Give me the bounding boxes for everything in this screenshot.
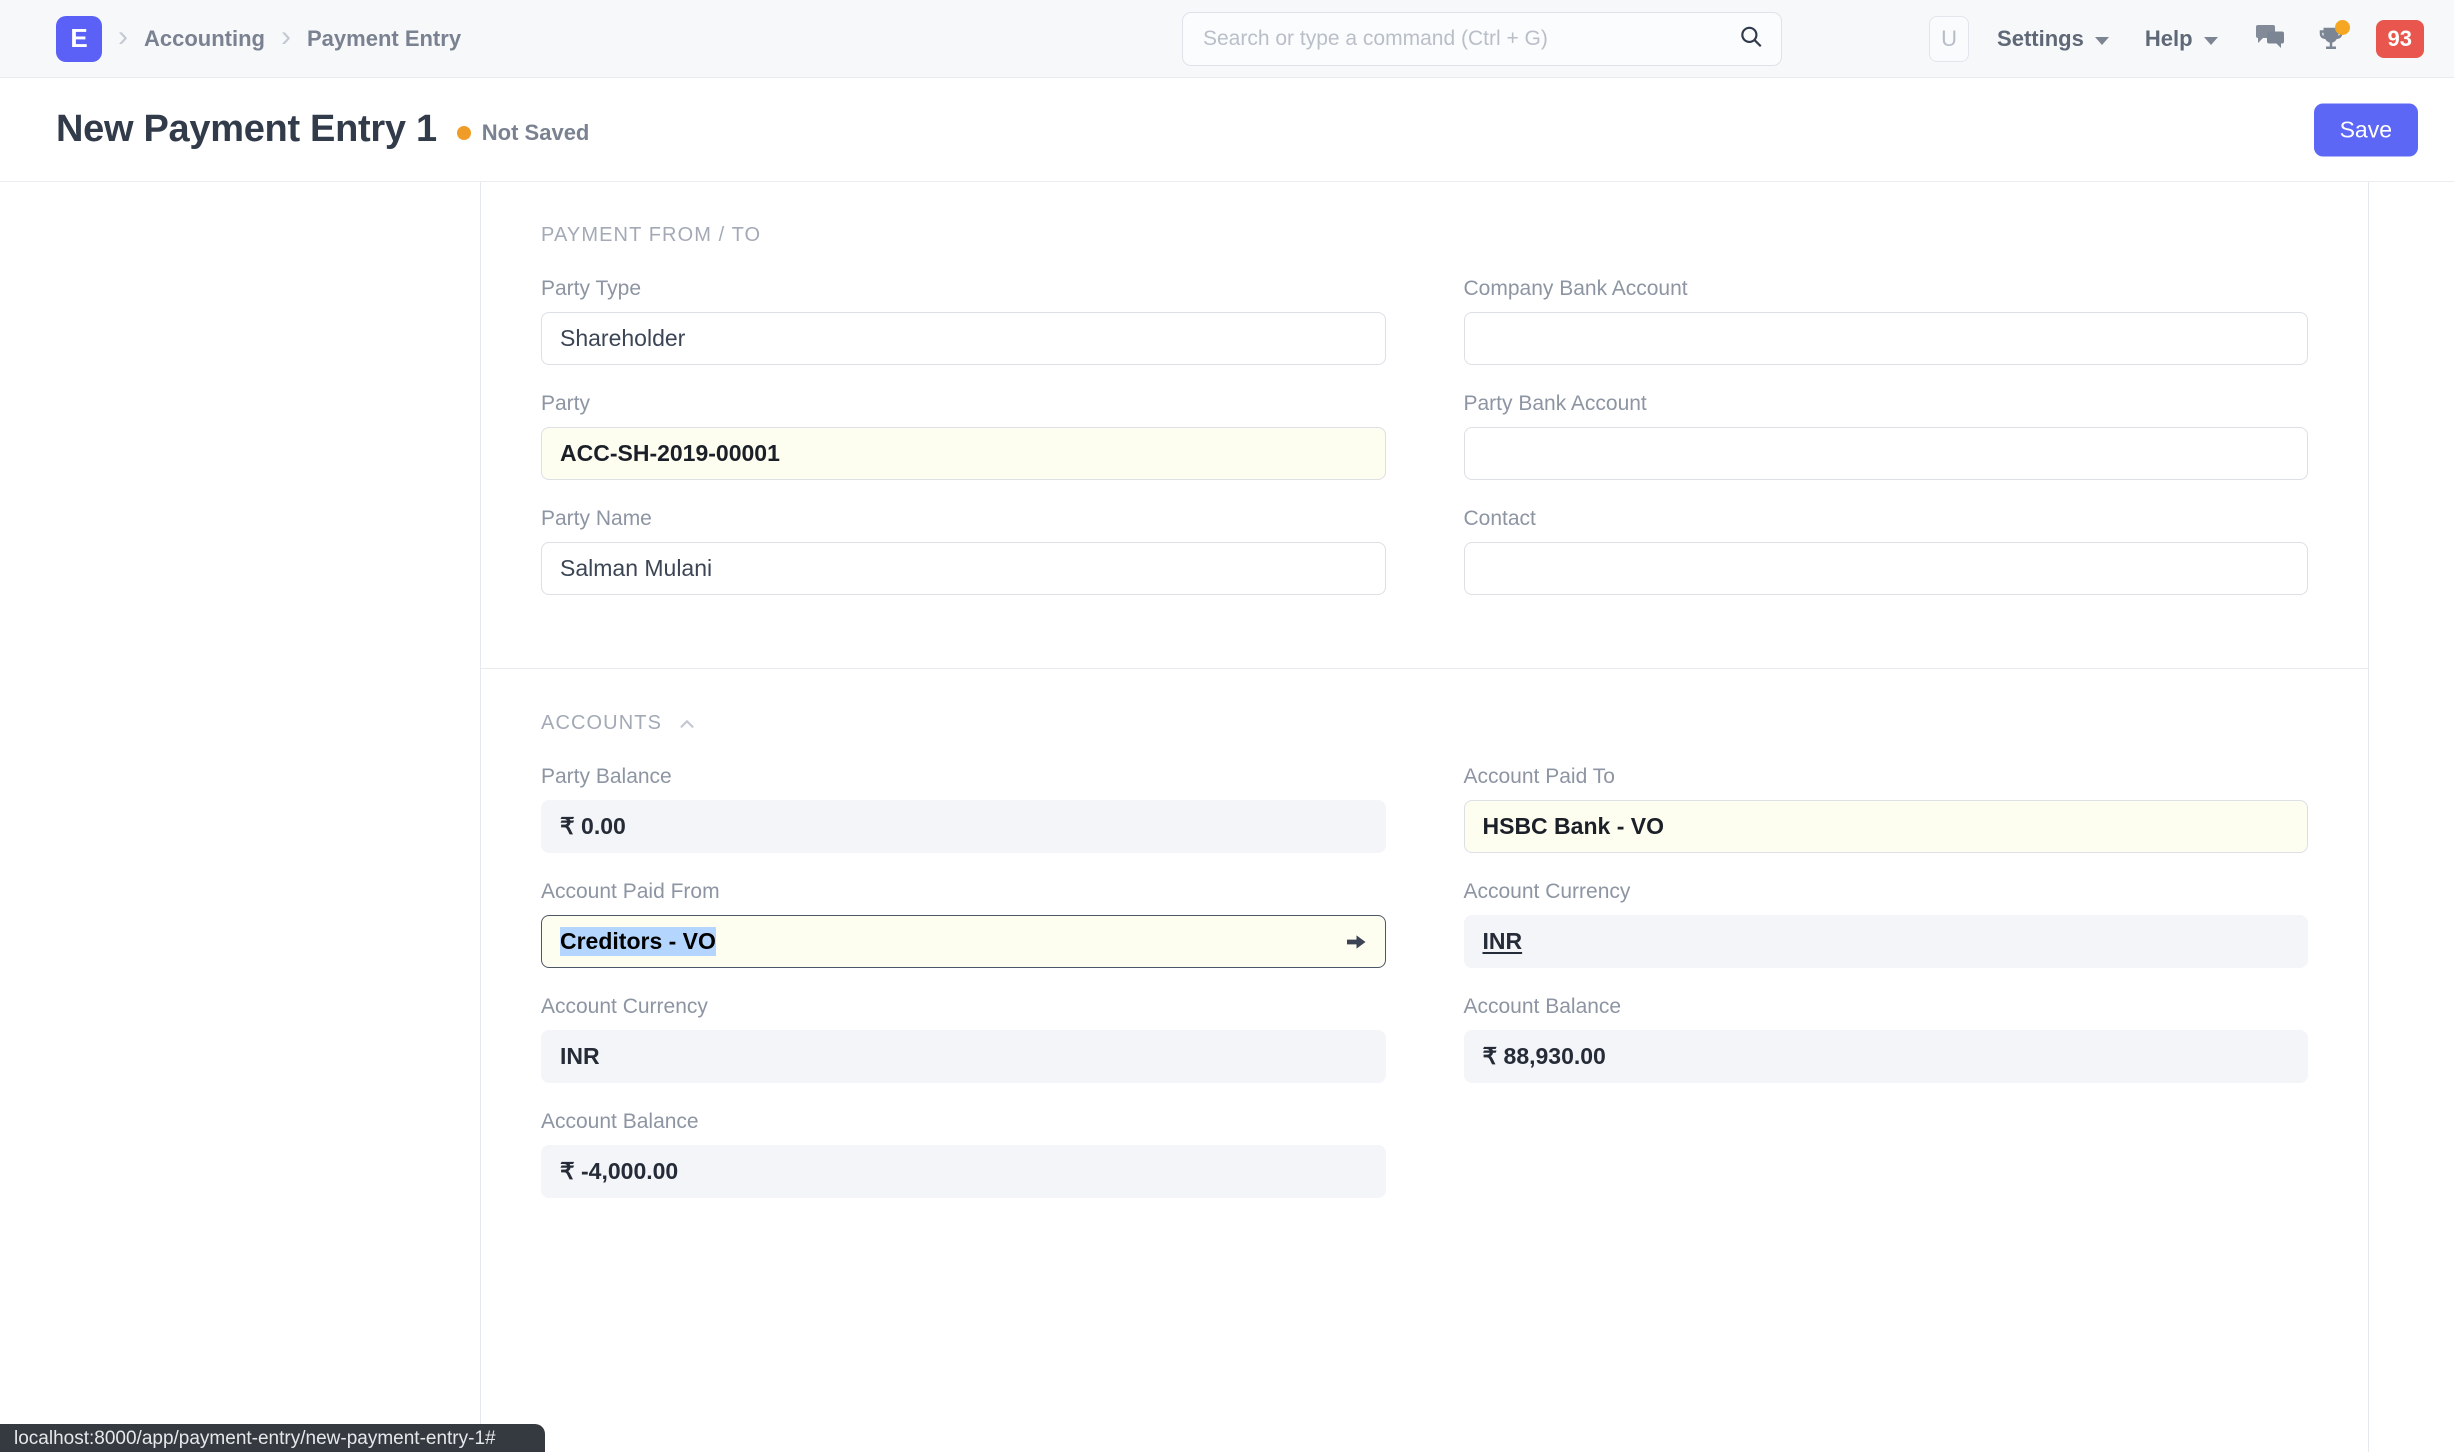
status-bar-link-preview: localhost:8000/app/payment-entry/new-pay…: [0, 1424, 545, 1452]
party-bank-account-input[interactable]: [1464, 427, 2309, 480]
top-navbar: E › Accounting › Payment Entry U Setting…: [0, 0, 2454, 78]
field-party-type: Party Type Shareholder: [541, 277, 1386, 365]
field-party-balance: Party Balance ₹ 0.00: [541, 765, 1386, 853]
global-search: [1182, 12, 1782, 66]
chevron-up-icon[interactable]: [676, 713, 698, 735]
nav-menu-help-label: Help: [2145, 26, 2193, 52]
account-currency-right-value: INR: [1464, 915, 2309, 968]
breadcrumb-item-accounting[interactable]: Accounting: [144, 26, 265, 52]
field-account-currency-left: Account Currency INR: [541, 995, 1386, 1083]
field-label: Party Bank Account: [1464, 392, 2309, 416]
field-account-paid-from: Account Paid From Creditors - VO: [541, 880, 1386, 968]
field-party-name: Party Name Salman Mulani: [541, 507, 1386, 595]
field-company-bank-account: Company Bank Account: [1464, 277, 2309, 365]
field-account-balance-right: Account Balance ₹ 88,930.00: [1464, 995, 2309, 1083]
section-header[interactable]: ACCOUNTS: [541, 711, 2308, 735]
section-title: PAYMENT FROM / TO: [541, 224, 761, 247]
field-label: Party: [541, 392, 1386, 416]
field-label: Account Balance: [1464, 995, 2309, 1019]
arrow-right-icon[interactable]: [1344, 930, 1368, 954]
field-label: Party Type: [541, 277, 1386, 301]
contact-input[interactable]: [1464, 542, 2309, 595]
column-right: Account Paid To HSBC Bank - VO Account C…: [1464, 765, 2309, 1225]
notification-dot: [2335, 20, 2350, 35]
nav-menu-settings[interactable]: Settings: [1997, 26, 2109, 52]
chevron-down-icon: [2204, 37, 2218, 45]
field-account-paid-to: Account Paid To HSBC Bank - VO: [1464, 765, 2309, 853]
breadcrumb-separator-icon: ›: [118, 22, 128, 56]
field-label: Contact: [1464, 507, 2309, 531]
field-label: Account Currency: [541, 995, 1386, 1019]
field-label: Account Currency: [1464, 880, 2309, 904]
party-type-input[interactable]: Shareholder: [541, 312, 1386, 365]
field-label: Account Paid To: [1464, 765, 2309, 789]
breadcrumb: E › Accounting › Payment Entry: [56, 16, 461, 62]
field-party: Party ACC-SH-2019-00001: [541, 392, 1386, 480]
page-header: New Payment Entry 1 Not Saved Save: [0, 78, 2454, 182]
field-label: Account Paid From: [541, 880, 1386, 904]
account-currency-left-value: INR: [541, 1030, 1386, 1083]
avatar[interactable]: U: [1929, 16, 1969, 62]
chevron-down-icon: [2095, 37, 2109, 45]
column-left: Party Type Shareholder Party ACC-SH-2019…: [541, 277, 1386, 622]
status-dot-icon: [457, 126, 471, 140]
chat-icon[interactable]: [2254, 24, 2286, 54]
party-input[interactable]: ACC-SH-2019-00001: [541, 427, 1386, 480]
section-grid: Party Type Shareholder Party ACC-SH-2019…: [541, 277, 2308, 622]
field-label: Company Bank Account: [1464, 277, 2309, 301]
save-button[interactable]: Save: [2314, 103, 2418, 156]
account-paid-from-input[interactable]: Creditors - VO: [541, 915, 1386, 968]
status-badge-label: Not Saved: [482, 120, 590, 146]
account-paid-to-input[interactable]: HSBC Bank - VO: [1464, 800, 2309, 853]
party-balance-value: ₹ 0.00: [541, 800, 1386, 853]
column-right: Company Bank Account Party Bank Account …: [1464, 277, 2309, 622]
navbar-actions: U Settings Help 93: [1929, 0, 2424, 78]
app-logo[interactable]: E: [56, 16, 102, 62]
field-label: Account Balance: [541, 1110, 1386, 1134]
notification-count-badge[interactable]: 93: [2376, 20, 2424, 58]
form-container: PAYMENT FROM / TO Party Type Shareholder…: [480, 182, 2369, 1452]
breadcrumb-item-payment-entry[interactable]: Payment Entry: [307, 26, 461, 52]
field-account-balance-left: Account Balance ₹ -4,000.00: [541, 1110, 1386, 1198]
account-balance-left-value: ₹ -4,000.00: [541, 1145, 1386, 1198]
section-title: ACCOUNTS: [541, 712, 662, 735]
search-input[interactable]: [1182, 12, 1782, 66]
account-balance-right-value: ₹ 88,930.00: [1464, 1030, 2309, 1083]
field-label: Party Balance: [541, 765, 1386, 789]
field-party-bank-account: Party Bank Account: [1464, 392, 2309, 480]
nav-menu-settings-label: Settings: [1997, 26, 2084, 52]
field-contact: Contact: [1464, 507, 2309, 595]
section-header: PAYMENT FROM / TO: [541, 224, 2308, 247]
party-name-input[interactable]: Salman Mulani: [541, 542, 1386, 595]
section-grid: Party Balance ₹ 0.00 Account Paid From C…: [541, 765, 2308, 1225]
column-left: Party Balance ₹ 0.00 Account Paid From C…: [541, 765, 1386, 1225]
trophy-icon[interactable]: [2316, 24, 2346, 54]
section-payment-from-to: PAYMENT FROM / TO Party Type Shareholder…: [481, 182, 2368, 668]
account-currency-right-link[interactable]: INR: [1483, 928, 1523, 955]
breadcrumb-separator-icon: ›: [281, 22, 291, 56]
field-label: Party Name: [541, 507, 1386, 531]
status-badge: Not Saved: [457, 114, 590, 146]
page-title: New Payment Entry 1: [56, 108, 437, 151]
page-body: PAYMENT FROM / TO Party Type Shareholder…: [0, 182, 2454, 1452]
field-account-currency-right: Account Currency INR: [1464, 880, 2309, 968]
nav-menu-help[interactable]: Help: [2145, 26, 2218, 52]
section-accounts: ACCOUNTS Party Balance ₹ 0.00 Account Pa…: [481, 668, 2368, 1271]
company-bank-account-input[interactable]: [1464, 312, 2309, 365]
account-paid-from-selected-text: Creditors - VO: [560, 927, 716, 956]
